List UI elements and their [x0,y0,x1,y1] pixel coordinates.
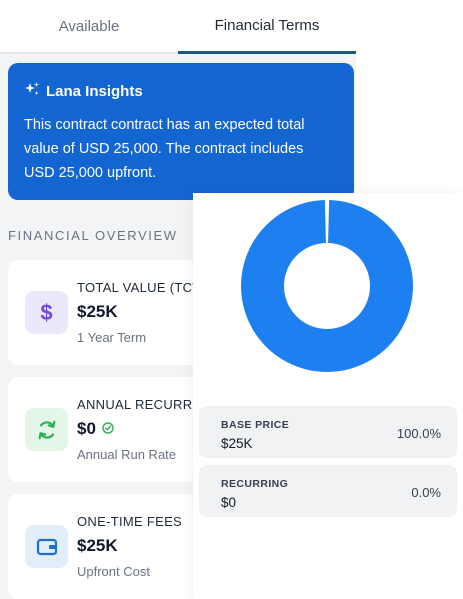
insights-text: This contract contract has an expected t… [24,117,305,181]
donut-chart [241,200,413,372]
refresh-icon [25,408,68,451]
donut-slice [241,200,413,372]
row-label: RECURRING [221,478,289,490]
breakdown-row-recurring: RECURRING $0 0.0% [199,465,457,517]
check-circle-icon [102,419,114,439]
sparkles-icon [24,81,40,101]
card-value: $0 [77,419,114,439]
insights-title: Lana Insights [46,82,143,100]
card-label: ONE-TIME FEES [77,514,183,529]
breakdown-row-base-price: BASE PRICE $25K 100.0% [199,406,457,458]
card-sub: Annual Run Rate [77,447,177,462]
insights-card: Lana Insights This contract contract has… [8,63,354,200]
breakdown-panel: BASE PRICE $25K 100.0% RECURRING $0 0.0% [193,193,463,599]
row-label: BASE PRICE [221,419,290,431]
row-percent: 0.0% [411,485,441,500]
tab-financial-terms[interactable]: Financial Terms [178,0,356,54]
tab-available[interactable]: Available [0,0,178,54]
section-title: FINANCIAL OVERVIEW [8,228,178,243]
row-value: $0 [221,495,237,510]
card-value: $25K [77,536,118,555]
tab-bar: Available Financial Terms [0,0,356,54]
dollar-icon: $ [25,291,68,334]
row-value: $25K [221,436,253,451]
wallet-icon [25,525,68,568]
card-label: TOTAL VALUE (TCV) [77,280,206,295]
row-percent: 100.0% [396,426,441,441]
card-sub: 1 Year Term [77,330,147,345]
card-value: $25K [77,302,118,321]
card-sub: Upfront Cost [77,564,150,579]
